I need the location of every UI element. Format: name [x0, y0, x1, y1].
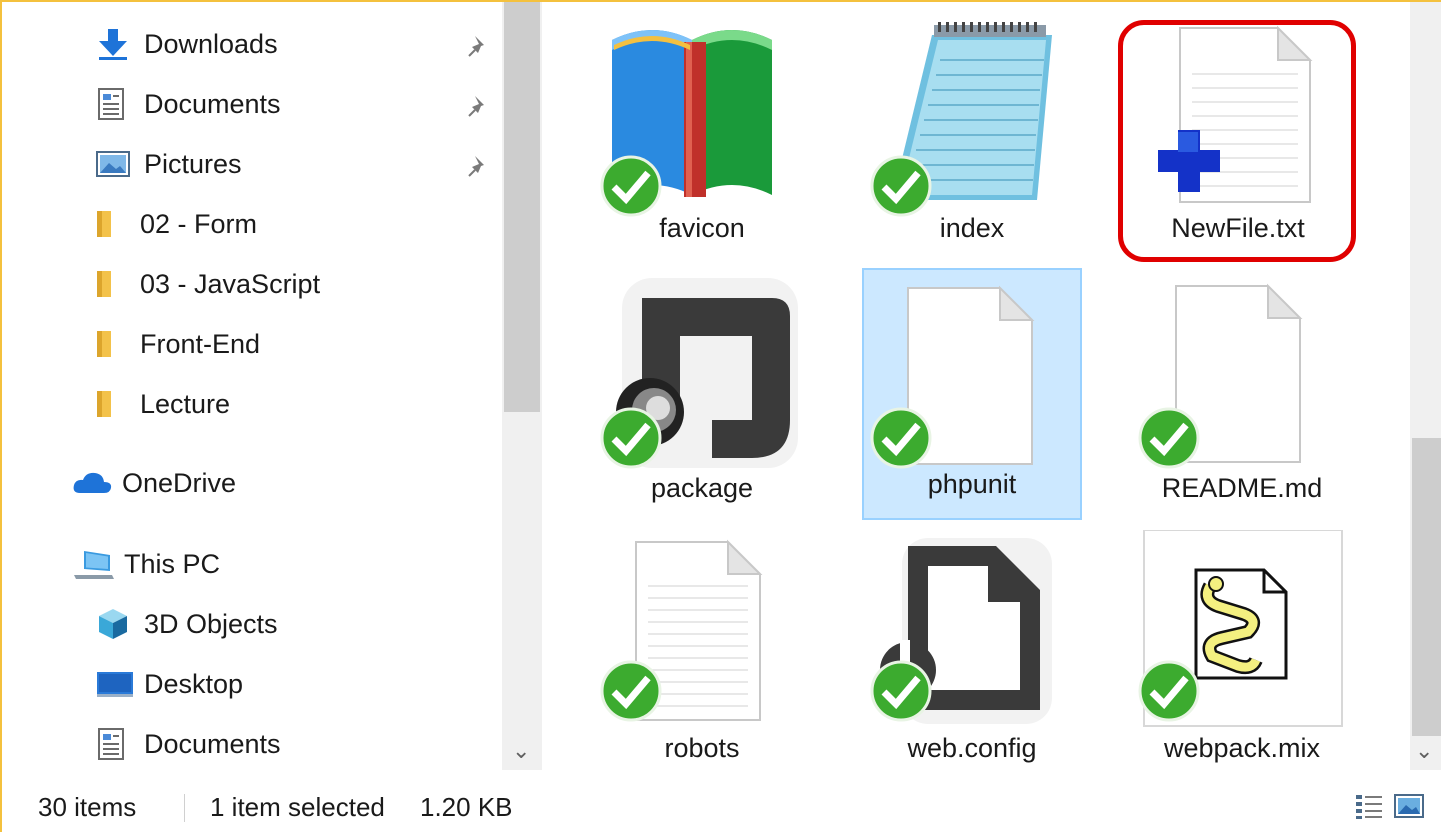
3d-objects-icon: [99, 609, 127, 639]
nav-item-label: OneDrive: [122, 467, 237, 498]
nav-item-lecture[interactable]: Lecture: [96, 379, 496, 429]
file-explorer-window: Downloads Documents Pictures 02 - Form 0…: [0, 0, 1441, 832]
file-name: phpunit: [927, 469, 1017, 499]
nav-item-downloads[interactable]: Downloads: [96, 19, 496, 69]
nav-item-label: Documents: [144, 88, 281, 119]
sync-check-icon: [600, 660, 662, 722]
chevron-down-icon[interactable]: ⌄: [512, 740, 530, 762]
nav-item-this-pc[interactable]: This PC: [72, 539, 492, 589]
file-name: README.md: [1161, 473, 1323, 503]
file-name: webpack.mix: [1163, 733, 1321, 763]
file-name: NewFile.txt: [1171, 213, 1305, 243]
documents-icon: [98, 88, 124, 120]
file-list-pane: favicon index NewFile.txt package phpuni…: [542, 2, 1410, 770]
sync-check-icon: [600, 155, 662, 217]
file-item-package[interactable]: package: [592, 270, 812, 522]
nav-item-pictures[interactable]: Pictures: [96, 139, 496, 189]
details-view-icon[interactable]: [1354, 792, 1384, 820]
file-name: package: [650, 473, 754, 503]
nav-item-documents[interactable]: Documents: [96, 79, 496, 129]
nav-item-documents-pc[interactable]: Documents: [96, 719, 496, 769]
file-name: web.config: [907, 733, 1037, 763]
navigation-pane: Downloads Documents Pictures 02 - Form 0…: [2, 2, 542, 770]
file-item-index[interactable]: index: [862, 10, 1082, 262]
nav-item-onedrive[interactable]: OneDrive: [72, 458, 492, 508]
download-arrow-icon: [99, 29, 127, 60]
file-item-readme-md[interactable]: README.md: [1132, 270, 1352, 522]
this-pc-icon: [74, 551, 114, 579]
sync-check-icon: [600, 407, 662, 469]
nav-item-03-javascript[interactable]: 03 - JavaScript: [96, 259, 496, 309]
nav-item-label: 3D Objects: [144, 608, 278, 639]
documents-icon: [98, 728, 124, 760]
nav-item-label: This PC: [124, 548, 221, 579]
nav-item-label: Documents: [144, 728, 281, 759]
sync-check-icon: [1138, 660, 1200, 722]
chevron-down-icon[interactable]: ⌄: [1415, 740, 1433, 762]
item-count: 30 items: [38, 792, 137, 822]
file-item-robots[interactable]: robots: [592, 530, 812, 782]
nav-item-label: 02 - Form: [140, 208, 258, 239]
sync-check-icon: [870, 660, 932, 722]
file-item-web-config[interactable]: web.config: [862, 530, 1082, 782]
pin-icon[interactable]: [466, 33, 492, 59]
selection-count: 1 item selected: [210, 792, 385, 822]
folder-icon: [97, 271, 111, 297]
sync-check-icon: [1138, 407, 1200, 469]
text-file-new-icon: [1158, 25, 1313, 203]
onedrive-cloud-icon: [73, 472, 112, 493]
nav-item-label: Pictures: [144, 148, 242, 179]
file-list-scrollbar-thumb[interactable]: [1412, 438, 1441, 736]
file-item-webpack-mix[interactable]: webpack.mix: [1132, 530, 1352, 782]
file-item-favicon[interactable]: favicon: [592, 10, 812, 262]
sync-check-icon: [870, 155, 932, 217]
pictures-icon: [96, 151, 130, 177]
file-list-scrollbar[interactable]: ⌄: [1410, 2, 1441, 770]
desktop-icon: [97, 672, 133, 697]
status-bar: 30 items 1 item selected 1.20 KB: [2, 770, 1441, 832]
pin-icon[interactable]: [466, 93, 492, 119]
selection-size: 1.20 KB: [420, 792, 513, 822]
nav-item-label: Lecture: [140, 388, 231, 419]
sync-check-icon: [870, 407, 932, 469]
file-name: index: [939, 213, 1005, 243]
folder-icon: [97, 331, 111, 357]
folder-icon: [97, 391, 111, 417]
file-name: favicon: [659, 213, 745, 243]
folder-icon: [97, 211, 111, 237]
nav-item-desktop[interactable]: Desktop: [96, 659, 496, 709]
nav-item-label: 03 - JavaScript: [140, 268, 321, 299]
nav-item-02-form[interactable]: 02 - Form: [96, 199, 496, 249]
nav-scrollbar-thumb[interactable]: [504, 2, 540, 412]
nav-item-label: Downloads: [144, 28, 278, 59]
pin-icon[interactable]: [466, 153, 492, 179]
file-item-phpunit[interactable]: phpunit: [862, 268, 1082, 520]
nav-item-front-end[interactable]: Front-End: [96, 319, 496, 369]
nav-scrollbar[interactable]: ⌄: [502, 2, 542, 770]
file-item-newfile-txt[interactable]: NewFile.txt: [1128, 10, 1348, 262]
nav-item-label: Front-End: [140, 328, 261, 359]
nav-item-label: Desktop: [144, 668, 244, 699]
file-name: robots: [664, 733, 740, 763]
status-separator: [184, 794, 185, 822]
large-icons-view-icon[interactable]: [1394, 792, 1424, 820]
nav-item-3d-objects[interactable]: 3D Objects: [96, 599, 496, 649]
